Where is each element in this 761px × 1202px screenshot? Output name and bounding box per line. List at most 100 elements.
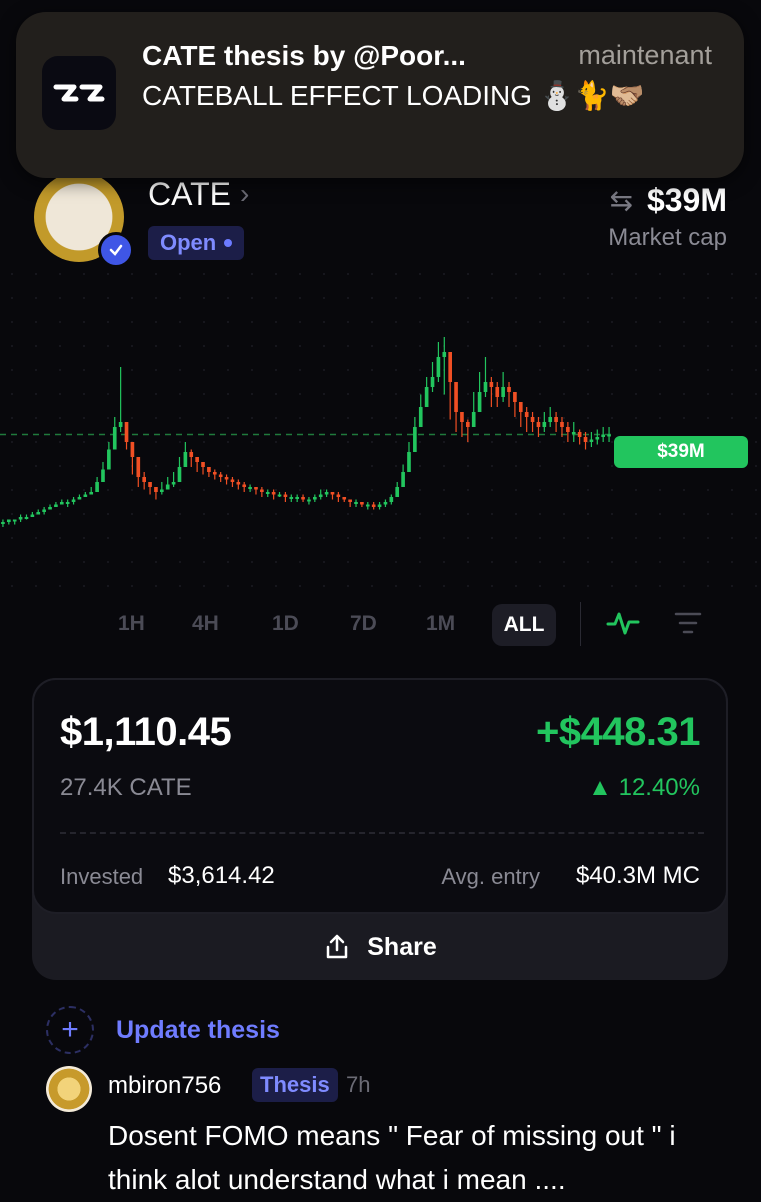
- token-avatar[interactable]: [34, 172, 134, 268]
- candle: [495, 387, 500, 397]
- market-cap-value: $39M: [646, 182, 727, 218]
- candle: [18, 517, 23, 520]
- invested-value: $3,614.42: [168, 862, 275, 889]
- swap-icon[interactable]: ⇆: [610, 184, 633, 217]
- position-value: $1,110.45: [60, 710, 232, 754]
- candle: [142, 477, 146, 482]
- notification-body: CATEBALL EFFECT LOADING ⛄🐈🫱🏼‍🫲🏽: [142, 80, 645, 111]
- candle: [295, 497, 299, 499]
- candle: [95, 482, 99, 492]
- candle: [513, 392, 517, 402]
- candle: [230, 479, 235, 482]
- tab-divider: [580, 602, 581, 646]
- candle: [342, 497, 347, 500]
- candle: [383, 502, 388, 505]
- candle: [313, 497, 317, 500]
- price-chart[interactable]: [0, 262, 761, 592]
- notification-time: maintenant: [578, 40, 712, 70]
- candle: [607, 434, 611, 437]
- line-chart-icon[interactable]: [606, 608, 640, 638]
- notification-title: CATE thesis by @Poor...: [142, 40, 466, 71]
- candle: [371, 504, 376, 507]
- pnl-value: +$448.31: [536, 710, 700, 754]
- candle: [148, 482, 152, 487]
- candle: [577, 432, 582, 437]
- thesis-badge: Thesis: [252, 1068, 338, 1102]
- avg-entry-label: Avg. entry: [441, 864, 540, 889]
- candle: [430, 377, 435, 387]
- filter-icon[interactable]: [674, 611, 702, 635]
- candle: [89, 492, 94, 495]
- tab-1h[interactable]: 1H: [118, 612, 145, 636]
- candle: [160, 489, 164, 492]
- notification-banner[interactable]: CATE thesis by @Poor... maintenant CATEB…: [16, 12, 744, 178]
- candle: [489, 382, 494, 387]
- candle: [177, 467, 182, 482]
- candle: [424, 387, 429, 407]
- candle: [466, 422, 470, 427]
- candle: [560, 422, 564, 427]
- candle: [71, 499, 76, 502]
- plus-icon: +: [46, 1006, 94, 1054]
- status-dot-icon: [224, 239, 233, 247]
- candle: [301, 497, 305, 500]
- candle: [318, 494, 323, 497]
- candle: [524, 412, 529, 417]
- update-thesis-button[interactable]: + Update thesis: [46, 1006, 280, 1054]
- tab-1d[interactable]: 1D: [272, 612, 299, 636]
- candle: [271, 492, 276, 495]
- chevron-right-icon[interactable]: ›: [240, 178, 249, 210]
- candle: [118, 422, 123, 427]
- candle: [501, 387, 505, 397]
- candle: [207, 467, 211, 472]
- candle: [589, 439, 594, 442]
- tab-4h[interactable]: 4H: [192, 612, 219, 636]
- tab-all[interactable]: ALL: [492, 604, 556, 646]
- candle: [283, 494, 288, 497]
- candle: [518, 402, 523, 412]
- candle: [124, 422, 129, 442]
- candle: [454, 382, 458, 412]
- candle: [54, 504, 58, 507]
- candle: [224, 477, 229, 480]
- candle: [365, 504, 370, 507]
- candle: [12, 519, 17, 522]
- candle: [460, 412, 464, 422]
- candle: [248, 487, 252, 489]
- candle: [401, 472, 405, 487]
- candle: [189, 452, 194, 457]
- share-icon: [327, 934, 348, 959]
- candle: [477, 392, 482, 412]
- candle: [36, 512, 41, 515]
- tab-7d[interactable]: 7D: [350, 612, 377, 636]
- candle: [107, 449, 111, 470]
- candle: [418, 407, 423, 427]
- candle: [254, 487, 258, 490]
- candle: [536, 422, 541, 427]
- candle: [324, 492, 329, 495]
- candle: [83, 494, 88, 497]
- current-price-tag: $39M: [614, 436, 748, 468]
- candle: [212, 472, 217, 475]
- comment-username[interactable]: mbiron756: [108, 1072, 221, 1100]
- candle: [542, 422, 547, 427]
- candle: [330, 492, 335, 495]
- candle: [407, 452, 411, 472]
- candle: [154, 487, 158, 492]
- candle: [507, 387, 511, 392]
- tab-1m[interactable]: 1M: [426, 612, 455, 636]
- candle: [389, 497, 394, 502]
- candle: [77, 497, 82, 500]
- candle: [471, 412, 476, 427]
- candle: [201, 462, 205, 467]
- pnl-percent: ▲ 12.40%: [588, 774, 700, 801]
- candle: [566, 427, 570, 432]
- candle: [348, 499, 352, 502]
- share-button[interactable]: Share: [32, 914, 728, 980]
- candle: [595, 437, 600, 440]
- candle: [48, 507, 52, 510]
- avatar[interactable]: [46, 1066, 92, 1112]
- share-label: Share: [367, 932, 437, 961]
- comment-text: Dosent FOMO means " Fear of missing out …: [108, 1120, 676, 1195]
- token-name[interactable]: CATE: [148, 176, 231, 213]
